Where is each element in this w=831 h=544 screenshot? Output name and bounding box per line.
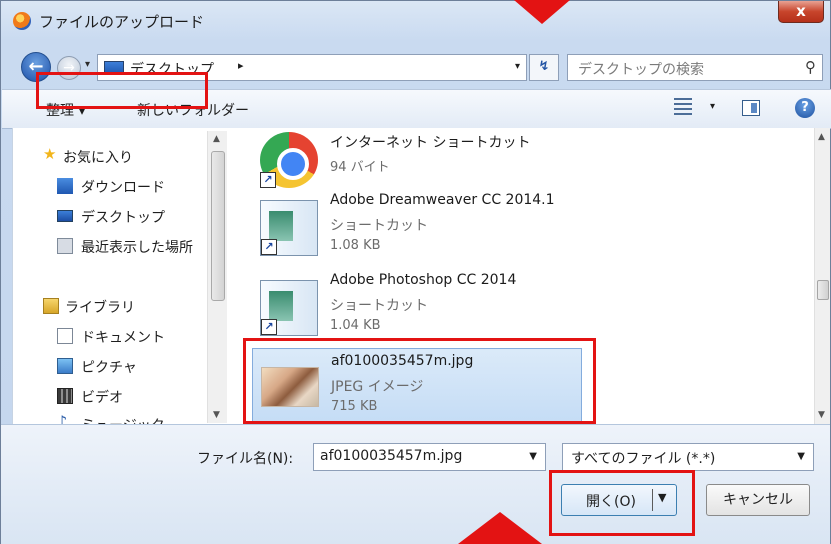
file-name: Adobe Dreamweaver CC 2014.1	[330, 192, 555, 208]
file-type: ショートカット	[330, 298, 428, 314]
file-size: 1.04 KB	[330, 318, 381, 333]
sidebar-item-label: ダウンロード	[81, 180, 165, 196]
library-icon	[43, 298, 59, 314]
history-dropdown[interactable]: ▾	[85, 59, 90, 70]
help-icon[interactable]: ?	[795, 98, 815, 118]
open-button-highlight-box	[549, 470, 695, 536]
scrollbar-thumb[interactable]	[817, 280, 829, 300]
sidebar-item-label: デスクトップ	[81, 210, 165, 226]
chrome-icon: ↗	[260, 132, 318, 188]
filetype-select[interactable]: すべてのファイル (*.*) ▼	[562, 443, 814, 471]
filetype-dropdown[interactable]: ▼	[797, 451, 805, 462]
breadcrumb-arrow-icon[interactable]: ▸	[238, 59, 244, 72]
search-icon[interactable]: ⚲	[805, 58, 816, 76]
sidebar-item-label: ドキュメント	[81, 330, 165, 346]
search-placeholder: デスクトップの検索	[578, 62, 704, 78]
file-size: 94 バイト	[330, 160, 390, 175]
file-item[interactable]: ↗ Adobe Photoshop CC 2014 ショートカット 1.04 K…	[252, 268, 582, 346]
dialog-footer	[1, 424, 830, 544]
annotation-arrow-bottom	[458, 512, 542, 544]
shortcut-icon: ↗	[260, 280, 318, 336]
recent-places-icon	[57, 238, 73, 254]
firefox-icon	[13, 12, 31, 30]
refresh-button[interactable]: ↯	[529, 54, 559, 81]
music-icon: ♪	[57, 412, 68, 424]
sidebar-item-label: ミュージック	[81, 415, 165, 424]
sidebar-item-label: ビデオ	[81, 390, 123, 406]
selected-file-highlight-box	[243, 338, 596, 424]
shortcut-arrow-icon: ↗	[260, 172, 276, 188]
scroll-down-icon[interactable]: ▼	[213, 410, 220, 420]
star-icon: ★	[43, 145, 57, 163]
location-dropdown[interactable]: ▾	[515, 61, 520, 72]
shortcut-arrow-icon: ↗	[261, 239, 277, 255]
desktop-icon	[57, 210, 73, 222]
sidebar-item-label: お気に入り	[63, 150, 133, 166]
annotation-arrow-top	[514, 0, 570, 24]
view-dropdown[interactable]: ▾	[710, 101, 715, 112]
desktop-highlight-box	[36, 72, 208, 109]
file-name: Adobe Photoshop CC 2014	[330, 272, 517, 288]
filename-value[interactable]: af0100035457m.jpg	[320, 448, 462, 464]
close-button[interactable]: x	[778, 1, 824, 23]
file-size: 1.08 KB	[330, 238, 381, 253]
filename-dropdown[interactable]: ▼	[529, 451, 537, 462]
preview-pane-icon[interactable]	[742, 100, 760, 116]
file-item[interactable]: ↗ Adobe Dreamweaver CC 2014.1 ショートカット 1.…	[252, 188, 582, 266]
scroll-down-icon[interactable]: ▼	[818, 410, 825, 420]
pictures-icon	[57, 358, 73, 374]
refresh-icon: ↯	[538, 59, 550, 74]
scroll-up-icon[interactable]: ▲	[818, 132, 825, 142]
file-name: インターネット ショートカット	[330, 135, 531, 151]
sidebar-item-label: ライブラリ	[65, 300, 135, 316]
dialog-title: ファイルのアップロード	[39, 13, 205, 31]
documents-icon	[57, 328, 73, 344]
sidebar-item-label: 最近表示した場所	[81, 240, 193, 256]
navigation-scrollbar[interactable]: ▲ ▼	[207, 131, 227, 423]
scrollbar-thumb[interactable]	[211, 151, 225, 301]
file-list-scrollbar[interactable]: ▲ ▼	[814, 128, 830, 424]
downloads-icon	[57, 178, 73, 194]
shortcut-icon: ↗	[260, 200, 318, 256]
file-type: ショートカット	[330, 218, 428, 234]
navigation-pane: ★ お気に入り ダウンロード デスクトップ 最近表示した場所 ライブラリ ドキュ…	[12, 128, 232, 424]
filename-label: ファイル名(N):	[197, 451, 294, 467]
filename-input[interactable]: af0100035457m.jpg ▼	[313, 443, 546, 471]
sidebar-item-label: ピクチャ	[81, 360, 137, 376]
shortcut-arrow-icon: ↗	[261, 319, 277, 335]
videos-icon	[57, 388, 73, 404]
view-options-icon[interactable]	[674, 98, 692, 116]
filetype-value: すべてのファイル (*.*)	[571, 451, 716, 467]
cancel-button[interactable]: キャンセル	[706, 484, 810, 516]
scroll-up-icon[interactable]: ▲	[213, 134, 220, 144]
title-bar: ファイルのアップロード x	[1, 1, 830, 41]
search-input[interactable]: デスクトップの検索 ⚲	[567, 54, 823, 81]
